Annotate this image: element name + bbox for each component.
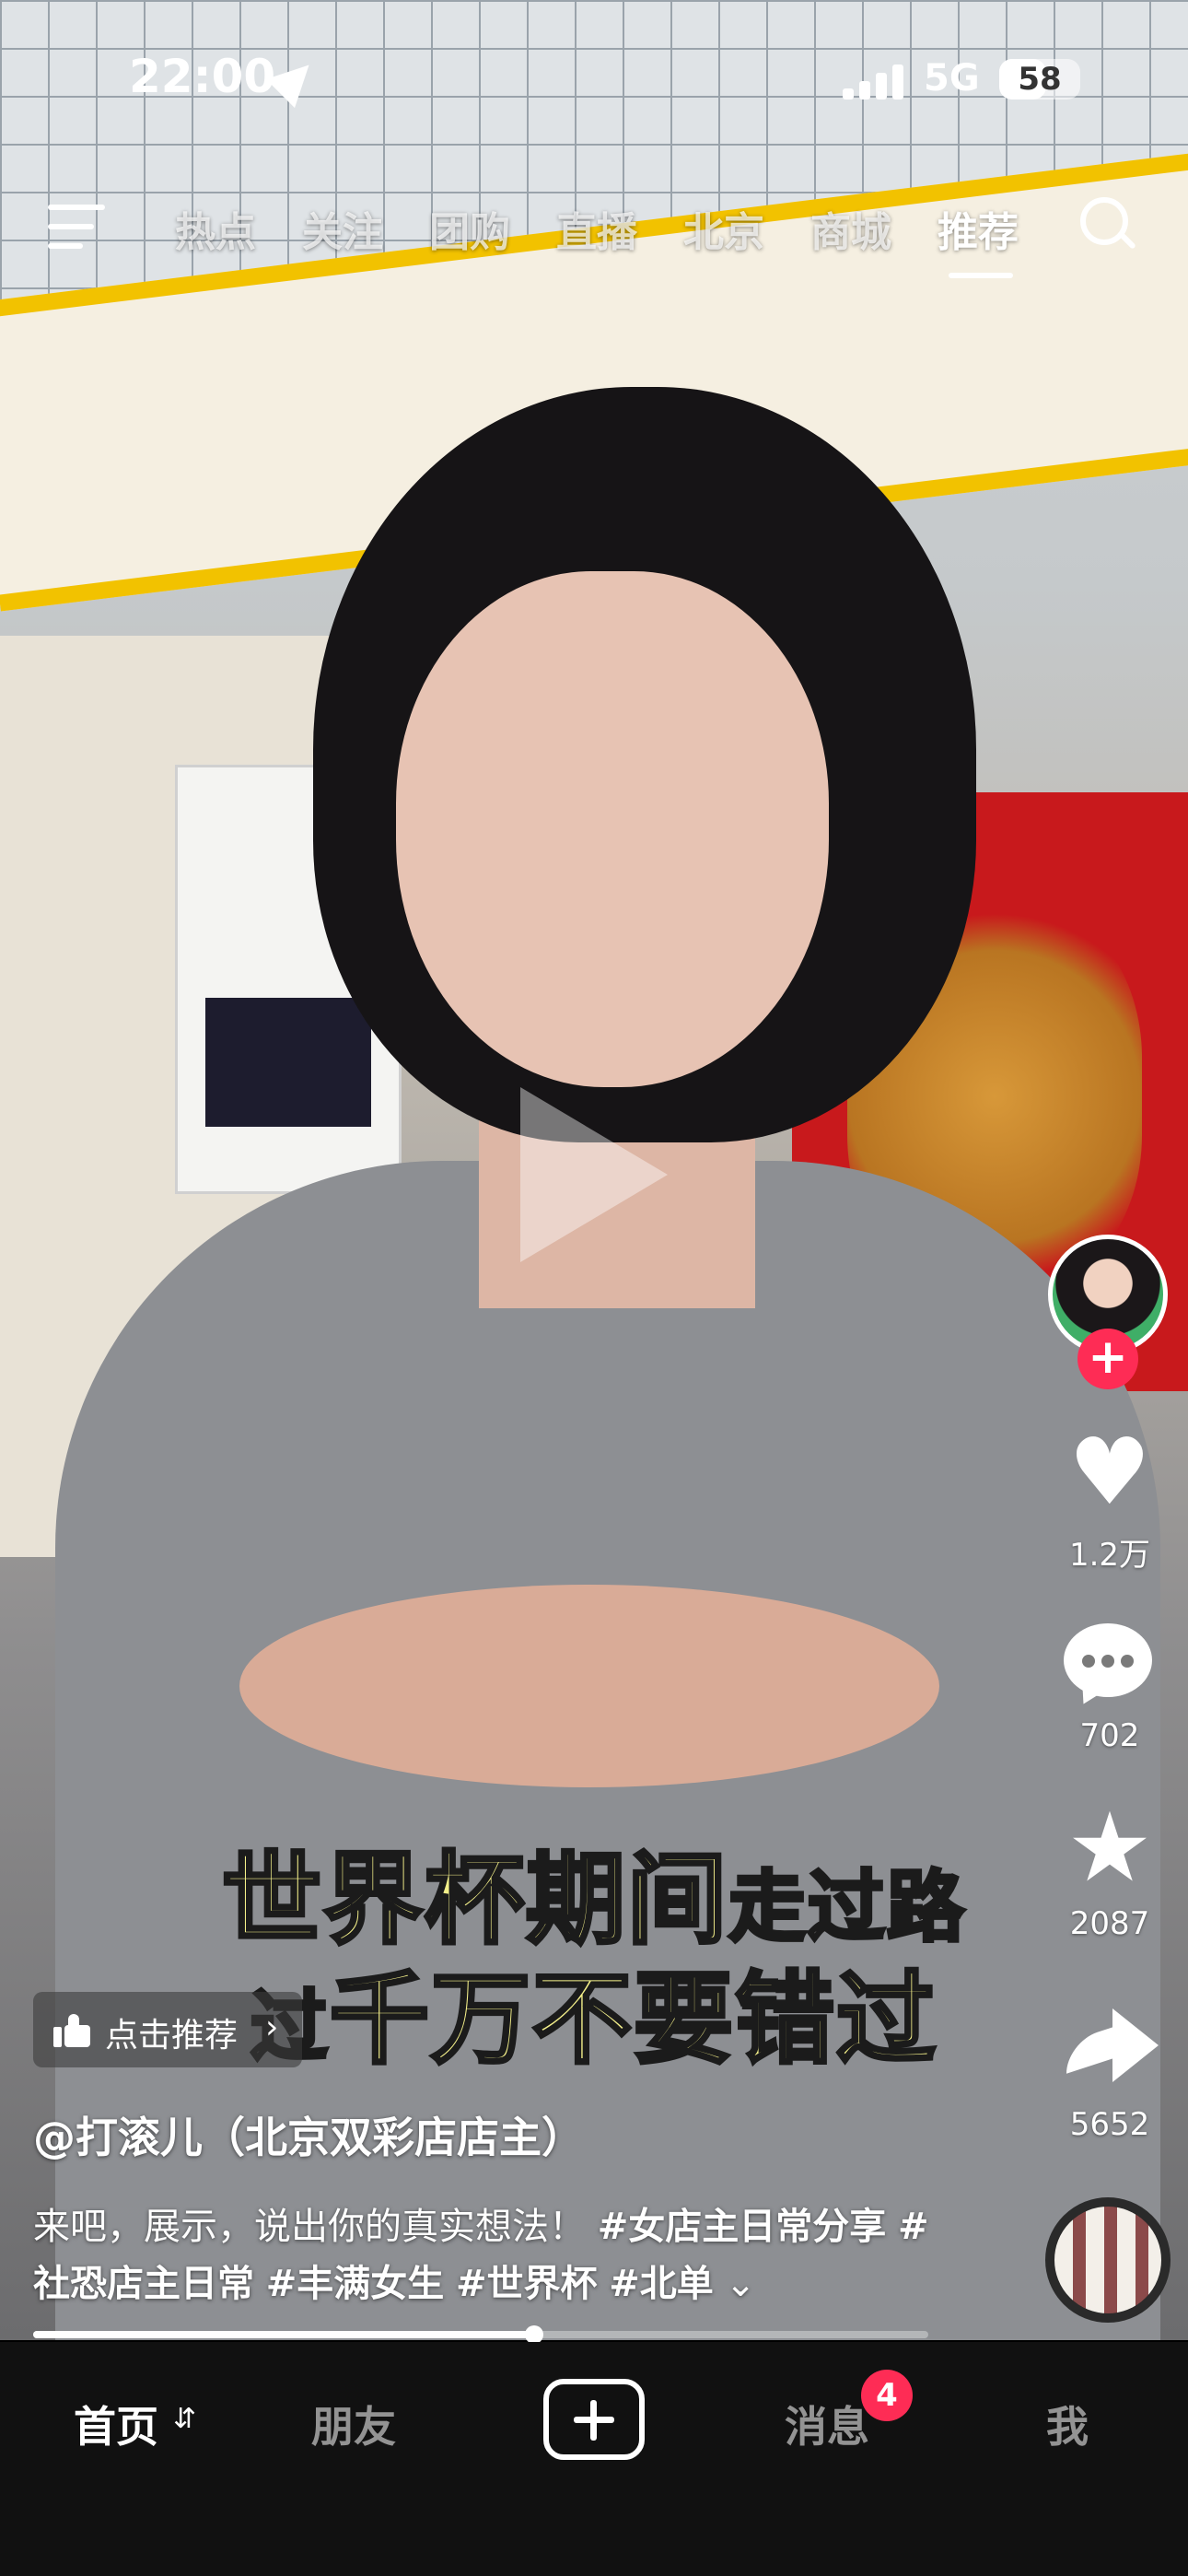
tab-friends[interactable]: 朋友: [311, 2394, 396, 2454]
active-tab-indicator: [949, 273, 1013, 278]
menu-icon[interactable]: [48, 205, 105, 251]
progress-knob[interactable]: [525, 2325, 544, 2344]
hashtag[interactable]: #女店主日常分享: [598, 2206, 887, 2248]
comment-count: 702: [1079, 1717, 1140, 1754]
battery-icon: 58: [999, 59, 1080, 100]
tab-group-buy[interactable]: 团购: [429, 199, 510, 258]
message-badge: 4: [861, 2370, 913, 2421]
tab-following[interactable]: 关注: [302, 199, 383, 258]
thumbs-up-icon: [53, 2014, 90, 2047]
description-text: 来吧，展示，说出你的真实想法！: [33, 2206, 586, 2248]
create-button[interactable]: [543, 2379, 645, 2460]
recommend-label: 点击推荐: [105, 2017, 239, 2055]
switch-icon[interactable]: ⇵: [173, 2403, 196, 2435]
share-count: 5652: [1069, 2106, 1150, 2143]
tab-home[interactable]: 首页: [74, 2394, 158, 2454]
tab-recommend[interactable]: 推荐: [938, 199, 1019, 258]
cellular-signal-icon: [843, 63, 907, 100]
chevron-right-icon: ›: [265, 2008, 279, 2046]
person-neckline: [239, 1585, 939, 1787]
status-time: 22:00: [129, 50, 276, 103]
video-player[interactable]: 世界杯期间走过路 过千万不要错过: [0, 0, 1188, 2340]
hashtag[interactable]: #世界杯: [456, 2263, 598, 2305]
top-nav: 热点 关注 团购 直播 北京 商城 推荐: [0, 184, 1188, 278]
person-face: [396, 571, 829, 1087]
tab-mall[interactable]: 商城: [810, 199, 891, 258]
comment-icon[interactable]: [1064, 1623, 1152, 1711]
star-icon[interactable]: ★: [1059, 1799, 1160, 1895]
music-disc-icon[interactable]: [1045, 2197, 1171, 2323]
hashtag[interactable]: #丰满女生: [266, 2263, 445, 2305]
search-icon[interactable]: [1080, 197, 1136, 250]
expand-chevron-icon[interactable]: ⌄: [725, 2263, 756, 2305]
douyin-screen: 世界杯期间走过路 过千万不要错过 22:00 5G 58 热点 关注 团购: [0, 0, 1188, 2576]
post-description[interactable]: 来吧，展示，说出你的真实想法！ #女店主日常分享 #社恐店主日常 #丰满女生 #…: [33, 2198, 954, 2313]
tab-messages[interactable]: 消息: [785, 2394, 869, 2454]
tab-me[interactable]: 我: [1046, 2394, 1089, 2454]
play-icon[interactable]: [520, 1087, 668, 1262]
tab-hot[interactable]: 热点: [175, 199, 256, 258]
favorite-count: 2087: [1069, 1905, 1150, 1942]
caption-big-text: 千万不要错过: [328, 1961, 938, 2079]
battery-level: 58: [1018, 61, 1062, 98]
status-bar: 22:00 5G 58: [0, 0, 1188, 157]
tab-live[interactable]: 直播: [556, 199, 637, 258]
share-icon[interactable]: [1066, 2008, 1159, 2082]
follow-button[interactable]: +: [1077, 1329, 1138, 1389]
tab-beijing[interactable]: 北京: [683, 199, 764, 258]
hashtag[interactable]: #北单: [609, 2263, 714, 2305]
like-count: 1.2万: [1068, 1537, 1151, 1574]
recommend-chip[interactable]: 点击推荐 ›: [33, 1992, 302, 2067]
bottom-tab-bar: 首页 ⇵ 朋友 消息 4 我: [0, 2342, 1188, 2576]
progress-fill: [33, 2331, 535, 2338]
video-progress-bar[interactable]: [33, 2325, 928, 2344]
network-type: 5G: [924, 57, 980, 100]
author-name[interactable]: @打滚儿（北京双彩店店主）: [33, 2104, 584, 2165]
heart-icon[interactable]: ♥: [1059, 1426, 1160, 1518]
